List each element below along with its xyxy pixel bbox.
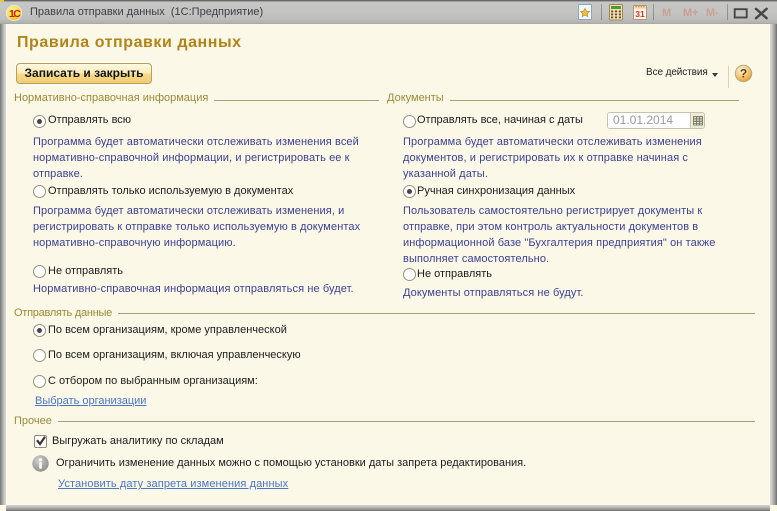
svg-text:31: 31 [635, 9, 645, 19]
svg-text:?: ? [740, 67, 747, 81]
